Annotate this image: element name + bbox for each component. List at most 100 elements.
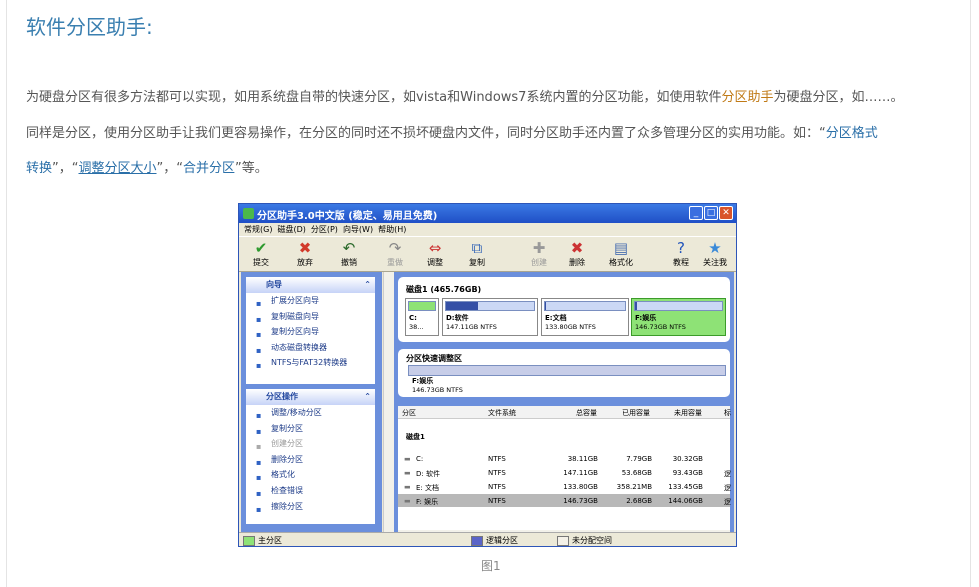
panel-item[interactable]: ▪ 检查错误 [246, 483, 375, 499]
wizard-panel-header[interactable]: 向导 ⌃ [246, 277, 375, 293]
toolbar-button-label: 删除 [569, 258, 585, 267]
menu-item[interactable]: 帮助(H) [378, 223, 406, 236]
partition-size: 146.73GB NTFS [635, 323, 686, 331]
menu-item[interactable]: 磁盘(D) [277, 223, 305, 236]
link-merge-partition[interactable]: 合并分区 [183, 161, 235, 176]
table-cell-total: 146.73GB [563, 497, 598, 505]
toolbar-button[interactable]: ★ 关注我 [695, 239, 735, 268]
panel-item-label: 复制分区向导 [271, 327, 319, 337]
column-header[interactable]: 文件系统 [488, 408, 516, 418]
panel-item[interactable]: ▪ 复制磁盘向导 [246, 309, 375, 325]
wizard-panel-title: 向导 [266, 280, 282, 289]
panel-item[interactable]: ▪ 复制分区 [246, 421, 375, 437]
quick-adjust-title: 分区快速调整区 [406, 354, 462, 363]
legend-label: 逻辑分区 [486, 536, 518, 545]
paragraph-2-text: 同样是分区，使用分区助手让我们更容易操作，在分区的同时还不损坏硬盘内文件，同时分… [26, 126, 826, 141]
partition-usage-bar [408, 301, 436, 311]
partition-block[interactable]: F:娱乐 146.73GB NTFS [631, 298, 726, 336]
partition-usage-bar [445, 301, 535, 311]
table-row[interactable]: E: 文档 NTFS 133.80GB 358.21MB 133.45GB 逻 ▬ [398, 480, 731, 493]
toolbar-button[interactable]: ↶ 撤销 [329, 239, 369, 268]
disk-label: 磁盘1 (465.76GB) [406, 285, 482, 294]
menu-item[interactable]: 分区(P) [311, 223, 338, 236]
minimize-button[interactable]: _ [689, 206, 703, 220]
panel-item[interactable]: ▪ 复制分区向导 [246, 324, 375, 340]
legend-swatch [471, 535, 483, 546]
link-convert[interactable]: 转换 [26, 161, 52, 176]
panel-item-label: 动态磁盘转换器 [271, 342, 327, 352]
quick-adjust-name: F:娱乐 [412, 377, 434, 385]
panel-item[interactable]: ▪ 擦除分区 [246, 499, 375, 515]
drive-icon: ▬ [404, 469, 411, 477]
maximize-button[interactable]: □ [704, 206, 718, 220]
column-header[interactable]: 标 [724, 408, 731, 418]
collapse-icon[interactable]: ⌃ [364, 389, 371, 405]
toolbar-button-label: 重做 [387, 258, 403, 267]
menu-item[interactable]: 常规(G) [244, 223, 272, 236]
table-cell-flag: 逻 [724, 484, 731, 492]
table-cell-part: C: [416, 455, 424, 463]
table-row[interactable]: C: NTFS 38.11GB 7.79GB 30.32GB ▬ [398, 452, 730, 465]
panel-item[interactable]: ▪ 动态磁盘转换器 [246, 340, 375, 356]
partition-usage-fill [635, 302, 637, 310]
ops-panel-header[interactable]: 分区操作 ⌃ [246, 389, 375, 405]
toolbar-button[interactable]: ✔ 提交 [241, 239, 281, 268]
table-cell-free: 133.45GB [668, 483, 703, 491]
panel-item[interactable]: ▪ 扩展分区向导 [246, 293, 375, 309]
panel-item-label: 扩展分区向导 [271, 296, 319, 305]
toolbar-icon: ★ [708, 239, 722, 257]
panel-item-label: 复制磁盘向导 [271, 311, 319, 321]
close-button[interactable]: ✕ [719, 206, 733, 220]
ops-panel-title: 分区操作 [266, 392, 298, 401]
toolbar-button[interactable]: ⇔ 调整 [415, 239, 455, 268]
drive-icon: ▬ [404, 497, 411, 505]
partition-block[interactable]: D:软件 147.11GB NTFS [442, 298, 538, 336]
table-cell-used: 358.21MB [616, 483, 652, 491]
partition-block[interactable]: C: 38... [405, 298, 439, 336]
partition-usage-fill [446, 302, 478, 310]
column-header[interactable]: 已用容量 [622, 408, 650, 418]
link-partition-format[interactable]: 分区格式 [826, 126, 878, 141]
legend-swatch [557, 535, 569, 546]
table-cell-total: 38.11GB [567, 455, 598, 463]
partition-usage-fill [409, 302, 435, 310]
toolbar-button[interactable]: ✖ 放弃 [285, 239, 325, 268]
panel-item-label: 创建分区 [271, 439, 303, 449]
toolbar-button[interactable]: ▤ 格式化 [601, 239, 641, 268]
paragraph-1-text-a: 为硬盘分区有很多方法都可以实现，如用系统盘自带的快速分区，如vista和Wind… [26, 90, 722, 105]
ops-panel: 分区操作 ⌃ ▪ 调整/移动分区 ▪ 复制分区 ▪ 创建分区 ▪ 删除分区 ▪ 格式化 ▪ 检查错误 ▪… [246, 389, 375, 524]
table-group-label: 磁盘1 [406, 433, 425, 441]
panel-item[interactable]: ▪ NTFS与FAT32转换器 [246, 355, 375, 371]
table-cell-fs: NTFS [488, 497, 506, 505]
quick-adjust-bar[interactable] [408, 365, 726, 376]
table-row[interactable]: D: 软件 NTFS 147.11GB 53.68GB 93.43GB 逻 ▬ [398, 466, 731, 479]
legend-bar: 主分区 逻辑分区 未分配空间 [239, 532, 736, 546]
menu-item[interactable]: 向导(W) [343, 223, 373, 236]
partition-size: 133.80GB NTFS [545, 323, 596, 331]
toolbar-icon: ✖ [298, 239, 312, 257]
column-header[interactable]: 未用容量 [674, 408, 702, 418]
link-resize-partition[interactable]: 调整分区大小 [79, 161, 157, 176]
toolbar-button[interactable]: ✖ 删除 [557, 239, 597, 268]
table-cell-part: F: 娱乐 [416, 498, 439, 506]
column-header[interactable]: 分区 [402, 408, 416, 418]
partition-name: E:文档 [545, 314, 567, 322]
table-row[interactable]: F: 娱乐 NTFS 146.73GB 2.68GB 144.06GB 逻 ▬ [398, 494, 731, 507]
toolbar-button[interactable]: ⧉ 复制 [457, 239, 497, 268]
left-pane-scrollbar[interactable] [383, 272, 394, 542]
partition-block[interactable]: E:文档 133.80GB NTFS [541, 298, 629, 336]
partition-table: 分区 文件系统 总容量 已用容量 未用容量 标 磁盘1 C: NTFS 38.11GB 7.79… [398, 406, 731, 530]
partition-usage-fill [545, 302, 546, 310]
toolbar-icon: ⇔ [428, 239, 442, 257]
panel-item[interactable]: ▪ 调整/移动分区 [246, 405, 375, 421]
column-header[interactable]: 总容量 [576, 408, 597, 418]
panel-item-label: 调整/移动分区 [271, 408, 322, 417]
collapse-icon[interactable]: ⌃ [364, 277, 371, 293]
toolbar-icon: ⧉ [471, 239, 483, 257]
table-cell-used: 2.68GB [626, 497, 652, 505]
toolbar-button-label: 教程 [673, 258, 689, 267]
panel-item[interactable]: ▪ 格式化 [246, 467, 375, 483]
panel-item[interactable]: ▪ 删除分区 [246, 452, 375, 468]
toolbar-button: ↷ 重做 [375, 239, 415, 268]
toolbar-icon: ✚ [532, 239, 546, 257]
